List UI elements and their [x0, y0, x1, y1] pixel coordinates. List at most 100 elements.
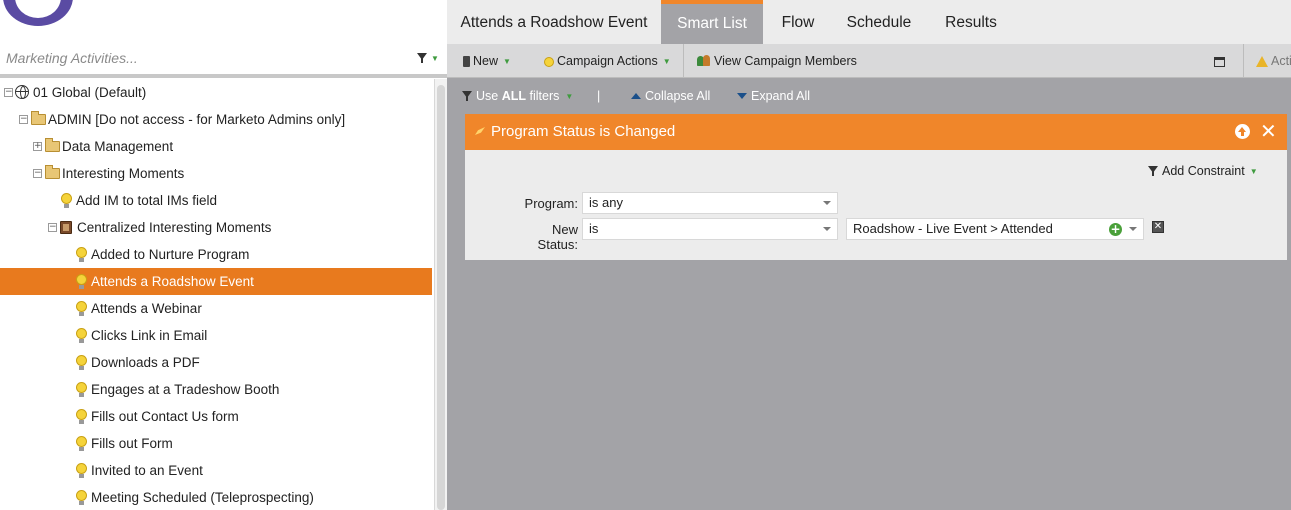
- tree-node-label: Interesting Moments: [62, 166, 185, 181]
- tree-node[interactable]: Fills out Form: [0, 430, 432, 457]
- lightbulb-icon: [61, 193, 72, 208]
- expand-all-button[interactable]: Expand All: [737, 83, 810, 109]
- dropdown-arrow-icon: [823, 227, 831, 231]
- main-panel: Attends a Roadshow Event Smart List Flow…: [447, 0, 1291, 510]
- program-operator-select[interactable]: is any: [582, 192, 838, 214]
- lightbulb-icon: [76, 301, 87, 316]
- tab-campaign-name[interactable]: Attends a Roadshow Event: [447, 0, 661, 44]
- use-all-filters-button[interactable]: Use ALL filters ▼: [462, 83, 573, 109]
- filter-title: Program Status is Changed: [491, 123, 676, 140]
- expand-icon[interactable]: +: [33, 142, 42, 151]
- collapse-icon[interactable]: −: [33, 169, 42, 178]
- panel-divider: [0, 74, 447, 78]
- tab-bar: Attends a Roadshow Event Smart List Flow…: [447, 0, 1291, 44]
- program-operator-value: is any: [589, 195, 623, 210]
- campaign-actions-button[interactable]: Campaign Actions ▼: [544, 44, 671, 78]
- tree-search-bar: ▼: [0, 44, 447, 72]
- actions-warning-button[interactable]: Acti: [1256, 44, 1291, 78]
- marketo-logo[interactable]: [3, 0, 73, 26]
- collapse-label: Collapse All: [645, 89, 711, 103]
- tree-node[interactable]: Added to Nurture Program: [0, 241, 432, 268]
- filter-bar-separator: |: [597, 89, 601, 103]
- chevron-down-icon: ▼: [503, 57, 511, 66]
- use-prefix: Use: [476, 89, 502, 103]
- new-label: New: [473, 54, 499, 68]
- use-bold: ALL: [501, 89, 527, 103]
- toolbar-divider: [1243, 44, 1244, 78]
- tree-node[interactable]: Engages at a Tradeshow Booth: [0, 376, 432, 403]
- add-constraint-label: Add Constraint: [1162, 164, 1245, 178]
- drag-handle-icon[interactable]: [475, 127, 485, 135]
- tree-node[interactable]: − Centralized Interesting Moments: [0, 214, 432, 241]
- tree-node[interactable]: − 01 Global (Default): [0, 79, 432, 106]
- expand-icon: [737, 93, 747, 99]
- window-icon: [1214, 57, 1225, 67]
- folder-icon: [31, 111, 46, 125]
- lightbulb-icon: [76, 409, 87, 424]
- collapse-all-button[interactable]: Collapse All: [631, 83, 710, 109]
- tree-node[interactable]: Meeting Scheduled (Teleprospecting): [0, 484, 432, 510]
- tree-node[interactable]: Clicks Link in Email: [0, 322, 432, 349]
- lightbulb-icon: [544, 57, 554, 67]
- new-icon: [463, 56, 470, 67]
- people-icon: [697, 55, 711, 67]
- use-suffix: filters: [526, 89, 560, 103]
- tree-node-label: ADMIN [Do not access - for Marketo Admin…: [48, 112, 346, 127]
- tab-schedule[interactable]: Schedule: [833, 0, 925, 44]
- move-up-icon[interactable]: [1235, 124, 1250, 139]
- tree-node-label: Add IM to total IMs field: [76, 193, 218, 208]
- window-toggle-button[interactable]: [1214, 44, 1228, 78]
- collapse-icon[interactable]: −: [19, 115, 28, 124]
- new-button[interactable]: New ▼: [463, 44, 511, 78]
- tree-node-label: Fills out Form: [91, 436, 173, 451]
- tree-node-label: Attends a Roadshow Event: [91, 274, 254, 289]
- collapse-icon[interactable]: −: [48, 223, 57, 232]
- status-operator-value: is: [589, 221, 599, 236]
- tree-node[interactable]: Invited to an Event: [0, 457, 432, 484]
- tree-search-input[interactable]: [6, 48, 406, 68]
- scrollbar-thumb[interactable]: [437, 85, 445, 510]
- tree-filter-button[interactable]: ▼: [417, 51, 443, 67]
- marketing-activities-tree: − 01 Global (Default) − ADMIN [Do not ac…: [0, 79, 432, 510]
- collapse-icon: [631, 93, 641, 99]
- tree-node-label: Meeting Scheduled (Teleprospecting): [91, 490, 314, 505]
- tree-node[interactable]: + Data Management: [0, 133, 432, 160]
- tab-smart-list[interactable]: Smart List: [661, 0, 763, 44]
- tree-node-label: Added to Nurture Program: [91, 247, 250, 262]
- view-campaign-members-button[interactable]: View Campaign Members: [697, 44, 857, 78]
- actions-cut-label: Acti: [1271, 54, 1291, 68]
- lightbulb-icon: [76, 382, 87, 397]
- lightbulb-icon: [76, 328, 87, 343]
- tree-node[interactable]: Add IM to total IMs field: [0, 187, 432, 214]
- lightbulb-icon: [76, 490, 87, 505]
- tab-results[interactable]: Results: [925, 0, 1017, 44]
- new-status-label: New Status:: [537, 222, 578, 252]
- close-icon[interactable]: ✕: [1260, 120, 1277, 142]
- status-value-select[interactable]: Roadshow - Live Event > Attended +: [846, 218, 1144, 240]
- tree-node[interactable]: − ADMIN [Do not access - for Marketo Adm…: [0, 106, 432, 133]
- tree-scrollbar[interactable]: [434, 79, 447, 510]
- chevron-down-icon: ▼: [662, 57, 671, 66]
- tree-node-label: Data Management: [62, 139, 174, 154]
- lightbulb-icon: [76, 274, 87, 289]
- status-operator-select[interactable]: is: [582, 218, 838, 240]
- expand-label: Expand All: [751, 89, 811, 103]
- tab-flow[interactable]: Flow: [763, 0, 833, 44]
- tree-node[interactable]: Fills out Contact Us form: [0, 403, 432, 430]
- program-icon: [60, 221, 72, 234]
- tree-node[interactable]: Attends a Webinar: [0, 295, 432, 322]
- tree-node[interactable]: − Interesting Moments: [0, 160, 432, 187]
- delete-row-icon[interactable]: ✕: [1152, 221, 1164, 233]
- filter-funnel-icon: [417, 53, 427, 63]
- add-constraint-button[interactable]: Add Constraint ▼: [1148, 162, 1258, 181]
- globe-icon: [15, 85, 29, 99]
- toolbar-divider: [683, 44, 684, 78]
- lightbulb-icon: [76, 436, 87, 451]
- tree-node-selected[interactable]: Attends a Roadshow Event: [0, 268, 432, 295]
- tree-node[interactable]: Downloads a PDF: [0, 349, 432, 376]
- lightbulb-icon: [76, 355, 87, 370]
- filter-header[interactable]: Program Status is Changed ✕: [465, 114, 1287, 150]
- collapse-icon[interactable]: −: [4, 88, 13, 97]
- campaign-actions-label: Campaign Actions: [557, 54, 658, 68]
- add-value-icon[interactable]: +: [1109, 223, 1122, 236]
